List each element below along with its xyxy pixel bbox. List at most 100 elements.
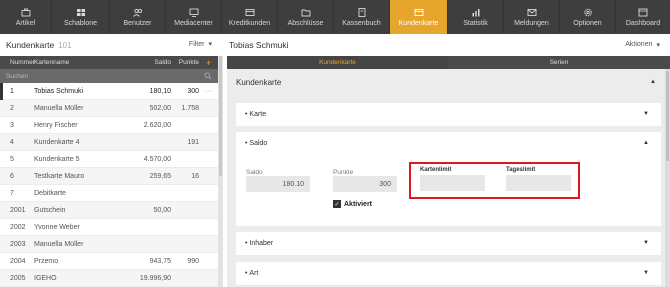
row-number: 4	[10, 138, 14, 146]
nav-benutzer-label: Benutzer	[123, 19, 152, 27]
filter-dropdown[interactable]: Filter ▾	[188, 40, 212, 49]
list-title: Kundenkarte	[6, 40, 55, 50]
nav-kassenbuch-label: Kassenbuch	[342, 19, 381, 27]
search-input[interactable]: Suchen	[0, 69, 218, 83]
nav-kassenbuch[interactable]: Kassenbuch	[334, 0, 390, 34]
row-name: Debitkarte	[34, 189, 66, 197]
table-row[interactable]: 7 Debitkarte	[0, 185, 218, 202]
users-icon	[132, 8, 143, 17]
table-row[interactable]: 6 Testkarte Mauro 259,65 16	[0, 168, 218, 185]
row-number: 2003	[10, 240, 26, 248]
table-row[interactable]: 2003 Manuella Müller	[0, 236, 218, 253]
nav-abschluesse[interactable]: Abschlüsse	[278, 0, 334, 34]
detail-tabs: Kundenkarte Serien	[227, 56, 670, 69]
row-punkte: 191	[187, 138, 199, 146]
row-saldo: 2.620,00	[143, 121, 171, 129]
row-name: Manuella Müller	[34, 240, 84, 248]
table-row[interactable]: 3 Henry Fischer 2.620,00	[0, 117, 218, 134]
row-punkte: 990	[187, 257, 199, 265]
table-row[interactable]: 4 Kundenkarte 4 191	[0, 134, 218, 151]
table-row[interactable]: 2 Manuella Müller 502,00 1.758	[0, 100, 218, 117]
punkte-value: 300	[379, 180, 391, 188]
row-more-button[interactable]: ···	[199, 88, 218, 95]
nav-abschluesse-label: Abschlüsse	[287, 19, 324, 27]
aktiviert-checkbox[interactable]: ✓	[333, 200, 341, 208]
tageslimit-field[interactable]	[506, 175, 571, 191]
row-name: Manuella Müller	[34, 104, 84, 112]
gear-icon	[583, 8, 593, 17]
tab-serien[interactable]: Serien	[448, 56, 670, 69]
accordion-karte[interactable]: • Karte ▼	[236, 103, 661, 126]
detail-scrollbar[interactable]	[665, 69, 670, 287]
table-row[interactable]: 2002 Yvonne Weber	[0, 219, 218, 236]
row-name: Yvonne Weber	[34, 223, 80, 231]
nav-mediacenter[interactable]: Mediacenter	[166, 0, 222, 34]
caret-down-icon: ▼	[643, 111, 649, 117]
accordion-art[interactable]: • Art ▼	[236, 262, 661, 285]
scrollbar-thumb[interactable]	[219, 56, 222, 176]
nav-kreditkunden[interactable]: Kreditkunden	[222, 0, 278, 34]
detail-panel: Tobias Schmuki Aktionen ▾ Kundenkarte Se…	[227, 34, 670, 287]
nav-meldungen-label: Meldungen	[514, 19, 549, 27]
caret-up-icon: ▲	[643, 140, 649, 146]
accordion-inhaber[interactable]: • Inhaber ▼	[236, 232, 661, 255]
punkte-label: Punkte	[333, 169, 354, 176]
monitor-icon	[189, 8, 199, 17]
row-punkte: 16	[191, 172, 199, 180]
row-saldo: 943,75	[149, 257, 171, 265]
saldo-field[interactable]: 180.10	[246, 176, 310, 192]
nav-schablone-label: Schablone	[63, 19, 98, 27]
filter-label: Filter	[188, 40, 205, 48]
nav-kundenkarte[interactable]: Kundenkarte	[390, 0, 448, 34]
row-number: 2005	[10, 274, 26, 282]
saldo-value: 180.10	[282, 180, 304, 188]
nav-schablone[interactable]: Schablone	[52, 0, 110, 34]
kartenlimit-field[interactable]	[420, 175, 485, 191]
card-list: 1 Tobias Schmuki 180,10 300 ··· 2 Manuella Mül…	[0, 82, 218, 287]
table-row[interactable]: 1 Tobias Schmuki 180,10 300 ···	[0, 82, 218, 100]
list-scrollbar[interactable]	[218, 56, 223, 287]
tab-kundenkarte[interactable]: Kundenkarte	[227, 56, 448, 69]
aktionen-dropdown[interactable]: Aktionen ▾	[625, 41, 660, 49]
add-card-button[interactable]: +	[199, 58, 218, 68]
table-row[interactable]: 2004 Przemo 943,75 990	[0, 253, 218, 270]
nav-dashboard[interactable]: Dashboard	[616, 0, 670, 34]
row-number: 2	[10, 104, 14, 112]
punkte-field[interactable]: 300	[333, 176, 397, 192]
nav-meldungen[interactable]: Meldungen	[504, 0, 560, 34]
section-kundenkarte[interactable]: Kundenkarte ▲	[227, 71, 670, 93]
nav-artikel[interactable]: Artikel	[0, 0, 52, 34]
nav-artikel-label: Artikel	[15, 19, 36, 27]
table-row[interactable]: 2001 Gutschein 50,00	[0, 202, 218, 219]
nav-kundenkarte-label: Kundenkarte	[398, 19, 439, 27]
table-header: Nummer Kartenname Saldo Punkte +	[0, 56, 218, 69]
column-punkte[interactable]: Punkte	[171, 59, 199, 66]
tageslimit-label: Tageslimit	[506, 167, 536, 173]
row-saldo: 180,10	[149, 87, 171, 95]
column-nummer[interactable]: Nummer	[0, 59, 35, 66]
row-number: 6	[10, 172, 14, 180]
row-name: Henry Fischer	[34, 121, 78, 129]
saldo-label: Saldo	[246, 169, 263, 176]
nav-statistik-label: Statistik	[463, 19, 488, 27]
nav-benutzer[interactable]: Benutzer	[110, 0, 166, 34]
column-saldo[interactable]: Saldo	[137, 59, 171, 66]
nav-statistik[interactable]: Statistik	[448, 0, 504, 34]
envelope-icon	[527, 8, 537, 17]
table-row[interactable]: 5 Kundenkarte 5 4.570,00	[0, 151, 218, 168]
row-number: 2001	[10, 206, 26, 214]
nav-optionen-label: Optionen	[573, 19, 602, 27]
row-saldo: 19.996,90	[139, 274, 171, 282]
row-number: 1	[10, 87, 14, 95]
row-name: Gutschein	[34, 206, 66, 214]
accordion-karte-label: Karte	[249, 111, 267, 118]
dashboard-icon	[638, 8, 648, 17]
card-icon	[245, 8, 255, 17]
nav-optionen[interactable]: Optionen	[560, 0, 616, 34]
selected-row-indicator	[0, 82, 3, 100]
table-row[interactable]: 2005 IGEHO 19.996,90	[0, 270, 218, 287]
column-kartenname[interactable]: Kartenname	[34, 59, 137, 66]
scrollbar-thumb[interactable]	[666, 71, 669, 161]
caret-up-icon: ▲	[650, 79, 656, 85]
row-name: IGEHO	[34, 274, 57, 282]
